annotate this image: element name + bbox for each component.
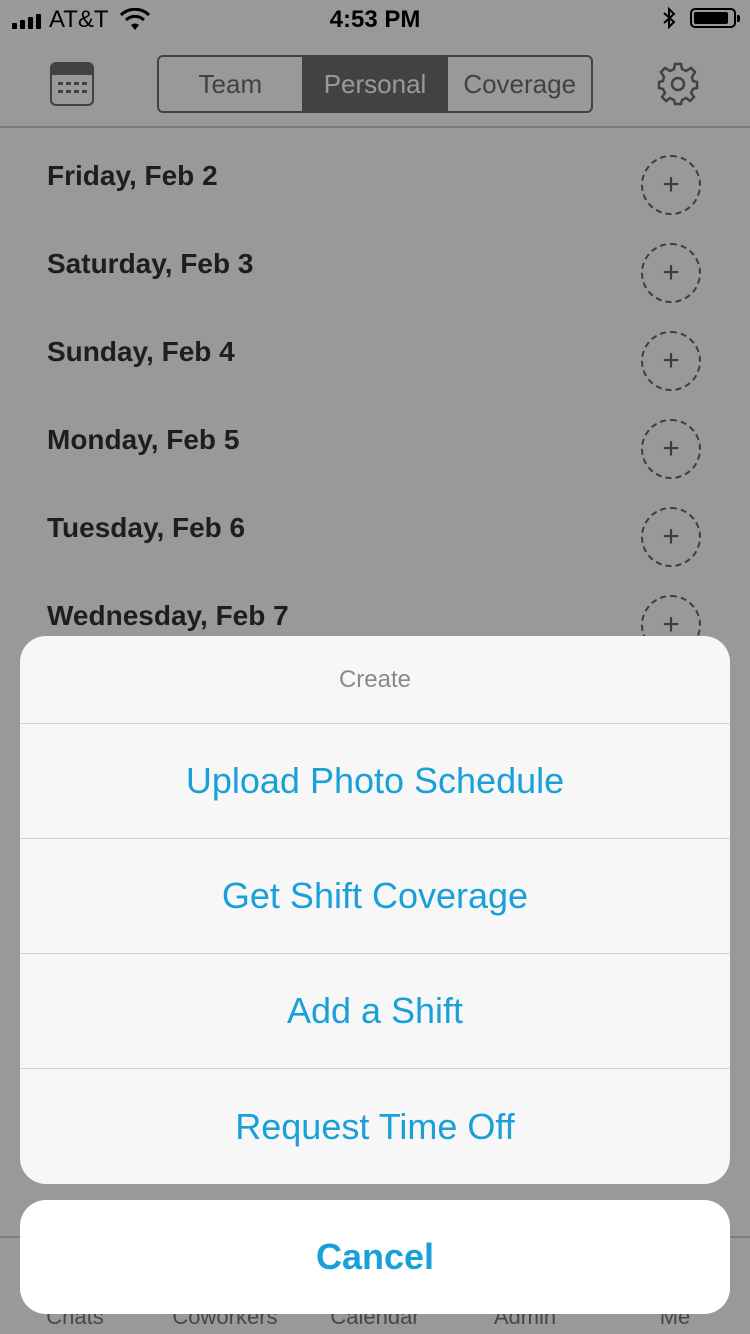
- add-shift-button[interactable]: Add a Shift: [20, 954, 730, 1069]
- request-time-off-button[interactable]: Request Time Off: [20, 1069, 730, 1184]
- cancel-button[interactable]: Cancel: [20, 1200, 730, 1314]
- action-sheet-title: Create: [20, 636, 730, 724]
- upload-photo-schedule-button[interactable]: Upload Photo Schedule: [20, 724, 730, 839]
- get-shift-coverage-button[interactable]: Get Shift Coverage: [20, 839, 730, 954]
- create-action-sheet: Create Upload Photo Schedule Get Shift C…: [20, 636, 730, 1184]
